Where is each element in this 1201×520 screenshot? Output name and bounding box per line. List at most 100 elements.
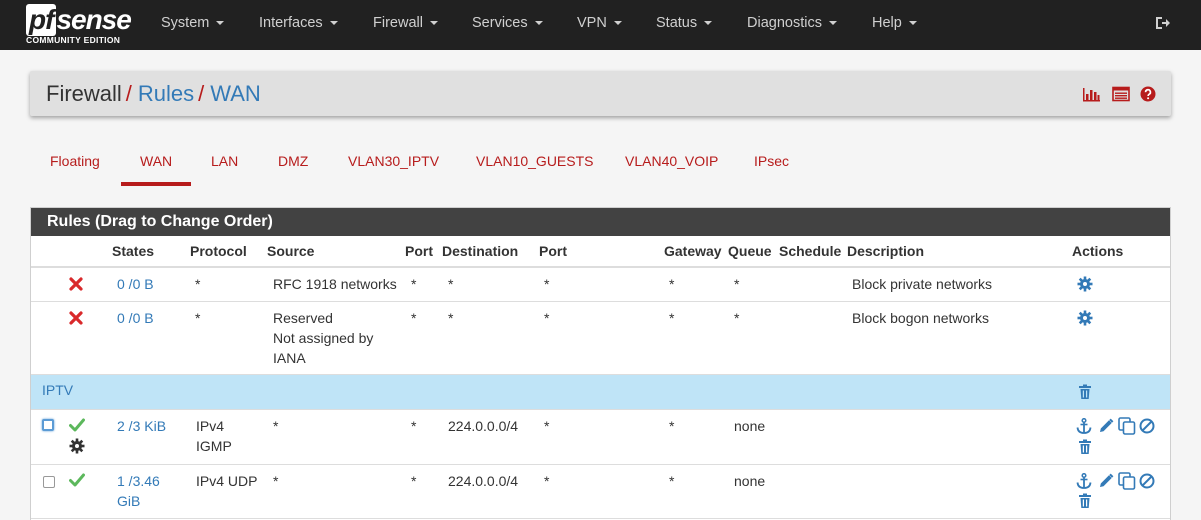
protocol-cell: * [195, 276, 201, 292]
queue-cell: * [734, 310, 740, 326]
col-states: States [112, 243, 155, 259]
trash-icon[interactable] [1078, 493, 1092, 509]
states-link[interactable]: 0 /0 B [117, 274, 154, 294]
col-schedule: Schedule [779, 243, 842, 259]
rules-panel-header: Rules (Drag to Change Order) [31, 208, 1170, 236]
top-navbar: pf sense COMMUNITY EDITION System Interfa… [0, 0, 1201, 50]
gear-icon[interactable] [1077, 276, 1093, 292]
nav-vpn[interactable]: VPN [577, 15, 622, 31]
disable-ban-icon[interactable] [1139, 418, 1155, 434]
caret-down-icon [534, 21, 543, 26]
logo-sense: sense [56, 4, 131, 35]
breadcrumb-wan-link[interactable]: WAN [210, 81, 261, 106]
source-port-cell: * [411, 310, 417, 326]
tab-vlan10-guests[interactable]: VLAN10_GUESTS [476, 153, 594, 169]
row-divider [31, 464, 1170, 465]
tab-floating[interactable]: Floating [50, 153, 100, 169]
col-destination: Destination [442, 243, 519, 259]
tab-lan[interactable]: LAN [211, 153, 238, 169]
caret-down-icon [329, 21, 338, 26]
pencil-icon[interactable] [1098, 418, 1114, 434]
pfsense-logo[interactable]: pf sense COMMUNITY EDITION [26, 4, 136, 46]
nav-help[interactable]: Help [872, 15, 917, 31]
help-icon[interactable] [1139, 86, 1157, 102]
nav-firewall[interactable]: Firewall [373, 15, 438, 31]
caret-down-icon [429, 21, 438, 26]
disable-ban-icon[interactable] [1139, 473, 1155, 489]
tab-vlan30-iptv[interactable]: VLAN30_IPTV [348, 153, 439, 169]
protocol-cell-line2: IGMP [196, 438, 232, 454]
source-port-cell: * [411, 473, 417, 489]
pass-check-icon [69, 473, 85, 487]
nav-interfaces[interactable]: Interfaces [259, 15, 338, 31]
states-link-line1[interactable]: 1 /3.46 [117, 471, 160, 491]
breadcrumb-root: Firewall [46, 81, 122, 106]
dest-port-cell: * [544, 310, 550, 326]
trash-icon[interactable] [1078, 439, 1092, 455]
separator-label: IPTV [42, 382, 74, 398]
nav-diagnostics[interactable]: Diagnostics [747, 15, 837, 31]
nav-status-label: Status [656, 15, 698, 31]
protocol-cell-line1: IPv4 [196, 418, 225, 434]
states-link-line2[interactable]: GiB [117, 491, 140, 511]
nav-vpn-label: VPN [577, 15, 607, 31]
logo-pf: pf [26, 4, 57, 36]
nav-system-label: System [161, 15, 210, 31]
col-dest-port: Port [539, 243, 567, 259]
tab-wan[interactable]: WAN [140, 153, 172, 169]
destination-cell: * [448, 276, 454, 292]
protocol-cell: * [195, 310, 201, 326]
destination-cell: 224.0.0.0/4 [448, 418, 519, 434]
pencil-icon[interactable] [1098, 473, 1114, 489]
dest-port-cell: * [544, 276, 550, 292]
col-source: Source [267, 243, 315, 259]
copy-icon[interactable] [1118, 472, 1136, 490]
col-gateway: Gateway [664, 243, 722, 259]
tab-vlan40-voip[interactable]: VLAN40_VOIP [625, 153, 718, 169]
nav-interfaces-label: Interfaces [259, 15, 323, 31]
source-cell: * [273, 418, 279, 434]
gear-icon[interactable] [1077, 310, 1093, 326]
caret-down-icon [704, 21, 713, 26]
destination-cell: * [448, 310, 454, 326]
source-cell-line2: Not assigned by [273, 330, 374, 346]
col-description: Description [847, 243, 925, 259]
logo-wordmark: pf sense [26, 4, 132, 36]
nav-firewall-label: Firewall [373, 15, 423, 31]
list-table-icon[interactable] [1112, 86, 1130, 102]
gateway-cell: * [669, 276, 675, 292]
trash-icon[interactable] [1078, 384, 1092, 400]
bar-chart-icon[interactable] [1082, 86, 1100, 102]
source-cell: * [273, 473, 279, 489]
anchor-icon[interactable] [1076, 418, 1092, 434]
tab-dmz[interactable]: DMZ [278, 153, 308, 169]
destination-cell: 224.0.0.0/4 [448, 473, 519, 489]
row-select-checkbox[interactable] [42, 419, 54, 431]
nav-system[interactable]: System [161, 15, 225, 31]
row-divider [31, 301, 1170, 302]
source-cell-line3: IANA [273, 350, 306, 366]
col-source-port: Port [405, 243, 433, 259]
separator-row[interactable] [31, 375, 1170, 409]
source-port-cell: * [411, 276, 417, 292]
description-cell: Block private networks [852, 276, 993, 292]
breadcrumb: Firewall / Rules / WAN [46, 81, 261, 107]
table-header-divider [31, 266, 1170, 268]
breadcrumb-panel: Firewall / Rules / WAN [30, 71, 1171, 116]
tab-ipsec[interactable]: IPsec [754, 153, 789, 169]
states-link[interactable]: 2 /3 KiB [117, 416, 166, 436]
nav-services[interactable]: Services [472, 15, 543, 31]
breadcrumb-rules-link[interactable]: Rules [138, 81, 194, 106]
anchor-icon[interactable] [1076, 473, 1092, 489]
row-select-checkbox[interactable] [43, 476, 55, 488]
sign-out-icon[interactable] [1154, 15, 1170, 31]
block-x-icon [69, 311, 83, 325]
caret-down-icon [908, 21, 917, 26]
copy-icon[interactable] [1118, 417, 1136, 435]
active-tab-indicator [121, 182, 191, 186]
breadcrumb-separator: / [198, 81, 205, 106]
caret-down-icon [828, 21, 837, 26]
description-cell: Block bogon networks [852, 310, 989, 326]
states-link[interactable]: 0 /0 B [117, 308, 154, 328]
nav-status[interactable]: Status [656, 15, 713, 31]
